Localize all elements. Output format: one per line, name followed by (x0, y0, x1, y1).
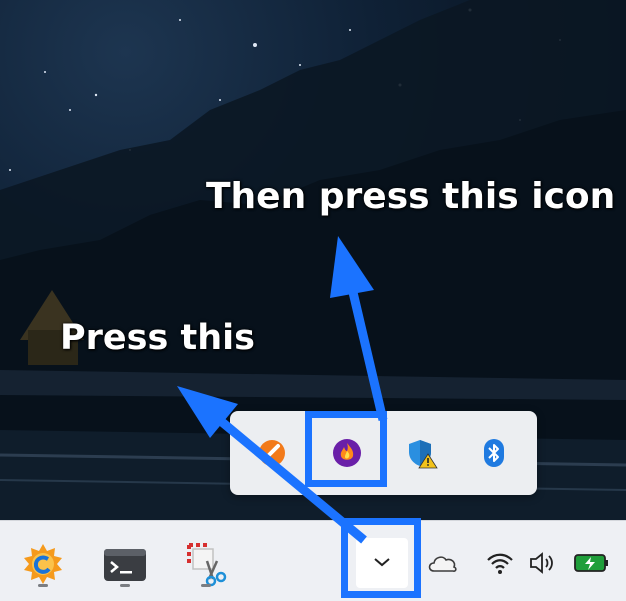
battery-charging-icon[interactable] (572, 549, 612, 577)
running-indicator (120, 584, 130, 587)
instruction-step-1: Press this (60, 318, 255, 358)
media-player-icon[interactable] (20, 541, 66, 587)
chevron-highlight-box (341, 518, 421, 598)
wifi-icon[interactable] (484, 549, 516, 577)
bluetooth-icon[interactable] (474, 433, 514, 473)
orange-app-icon[interactable] (252, 433, 292, 473)
running-indicator (38, 584, 48, 587)
volume-icon[interactable] (526, 549, 558, 577)
terminal-icon[interactable] (102, 543, 148, 587)
taskbar (0, 520, 626, 601)
snipping-tool-icon[interactable] (182, 541, 230, 587)
instruction-step-2: Then press this icon (206, 176, 616, 217)
running-indicator (201, 584, 211, 587)
onedrive-cloud-icon[interactable] (424, 549, 460, 577)
flame-icon-highlight-box (305, 411, 387, 487)
security-warning-icon[interactable] (402, 433, 442, 473)
